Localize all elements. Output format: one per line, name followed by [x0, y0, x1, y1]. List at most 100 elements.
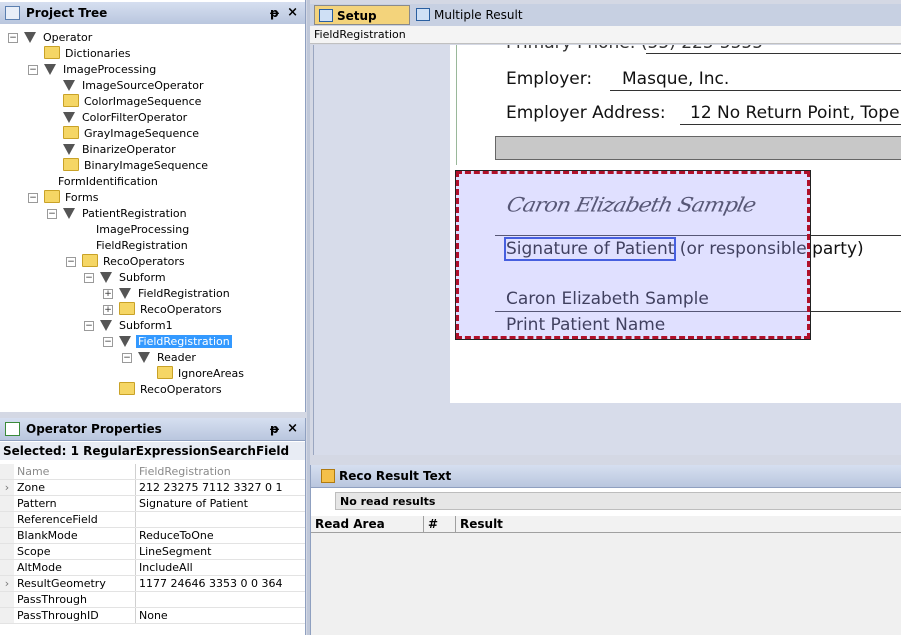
property-value[interactable]: Signature of Patient: [135, 495, 305, 512]
row-gutter: [0, 559, 14, 576]
collapse-icon[interactable]: −: [28, 65, 38, 75]
property-row[interactable]: PassThrough: [0, 591, 305, 608]
form-margin-line: [456, 45, 457, 165]
tree-node[interactable]: IgnoreAreas: [157, 366, 246, 382]
property-value[interactable]: IncludeAll: [135, 559, 305, 576]
tree-node[interactable]: ImageProcessing: [82, 222, 191, 238]
tree-node[interactable]: Forms: [44, 190, 100, 206]
property-row[interactable]: ReferenceField: [0, 511, 305, 528]
expand-icon[interactable]: +: [103, 305, 113, 315]
property-value[interactable]: [135, 511, 305, 528]
section-band: A: [495, 136, 901, 160]
employer-value: Masque, Inc.: [622, 69, 730, 89]
property-row[interactable]: Scope LineSegment: [0, 543, 305, 560]
tree-node[interactable]: RecoOperators: [119, 302, 224, 318]
property-value[interactable]: 1177 24646 3353 0 0 364: [135, 575, 305, 592]
reco-result-header: Read Area # Result: [311, 516, 901, 533]
property-value[interactable]: FieldRegistration: [135, 464, 305, 480]
property-value[interactable]: None: [135, 607, 305, 624]
tree-node[interactable]: Reader: [138, 350, 198, 366]
property-value[interactable]: ReduceToOne: [135, 527, 305, 544]
pin-icon[interactable]: ᵽ: [270, 2, 279, 24]
tree-node[interactable]: ColorImageSequence: [63, 94, 203, 110]
tree-node[interactable]: Dictionaries: [44, 46, 132, 62]
reco-result-icon: [321, 469, 335, 483]
folder-icon: [119, 302, 135, 315]
tree-node-label: PatientRegistration: [82, 207, 187, 220]
tree-node-label: BinarizeOperator: [82, 143, 176, 156]
property-row[interactable]: PassThroughID None: [0, 607, 305, 624]
zone-overlay[interactable]: [455, 170, 811, 340]
close-icon[interactable]: ×: [287, 2, 298, 24]
tree-node-label: FormIdentification: [58, 175, 158, 188]
property-name: ReferenceField: [14, 511, 136, 528]
property-row[interactable]: Name FieldRegistration: [0, 464, 305, 480]
employer-label: Employer:: [506, 69, 593, 89]
tree-node[interactable]: Operator: [24, 30, 94, 46]
property-row[interactable]: Pattern Signature of Patient: [0, 495, 305, 512]
collapse-icon[interactable]: −: [28, 193, 38, 203]
folder-icon: [82, 254, 98, 267]
property-value[interactable]: LineSegment: [135, 543, 305, 560]
tree-node[interactable]: ImageSourceOperator: [63, 78, 205, 94]
tree-node[interactable]: RecoOperators: [82, 254, 187, 270]
operator-icon: [138, 352, 150, 363]
property-row[interactable]: BlankMode ReduceToOne: [0, 527, 305, 544]
tree-node[interactable]: ColorFilterOperator: [63, 110, 189, 126]
phone-underline: [646, 53, 901, 54]
tree-node[interactable]: FieldRegistration: [82, 238, 190, 254]
property-value[interactable]: [135, 591, 305, 608]
column-read-area[interactable]: Read Area: [311, 516, 424, 532]
tree-node[interactable]: BinaryImageSequence: [63, 158, 210, 174]
reco-result-panel: Reco Result Text No read results Read Ar…: [310, 465, 901, 635]
employer-address-label: Employer Address:: [506, 103, 666, 123]
tree-node[interactable]: PatientRegistration: [63, 206, 189, 222]
reco-result-list[interactable]: [311, 533, 901, 635]
tree-node[interactable]: GrayImageSequence: [63, 126, 201, 142]
tree-node[interactable]: Subform: [100, 270, 168, 286]
operator-icon: [119, 288, 131, 299]
tree-node[interactable]: BinarizeOperator: [63, 142, 178, 158]
collapse-icon[interactable]: −: [47, 209, 57, 219]
row-gutter: [0, 511, 14, 528]
tree-node[interactable]: RecoOperators: [119, 382, 224, 398]
collapse-icon[interactable]: −: [8, 33, 18, 43]
property-row[interactable]: › Zone 212 23275 7112 3327 0 1: [0, 479, 305, 496]
column-number[interactable]: #: [424, 516, 456, 532]
close-icon[interactable]: ×: [287, 418, 298, 440]
column-result[interactable]: Result: [456, 516, 901, 532]
property-name: BlankMode: [14, 527, 136, 544]
property-name: Name: [14, 464, 136, 480]
expand-arrow-icon[interactable]: ›: [0, 479, 14, 496]
property-name: PassThroughID: [14, 607, 136, 624]
tree-node[interactable]: FieldRegistration: [119, 286, 232, 302]
tree-node-label: Forms: [65, 191, 99, 204]
tree-node[interactable]: FormIdentification: [44, 174, 160, 190]
row-gutter: [0, 543, 14, 560]
folder-icon: [44, 190, 60, 203]
collapse-icon[interactable]: −: [84, 273, 94, 283]
expand-arrow-icon[interactable]: ›: [0, 575, 14, 592]
collapse-icon[interactable]: −: [122, 353, 132, 363]
property-value[interactable]: 212 23275 7112 3327 0 1: [135, 479, 305, 496]
expand-icon[interactable]: +: [103, 289, 113, 299]
folder-icon: [63, 158, 79, 171]
property-row[interactable]: › ResultGeometry 1177 24646 3353 0 0 364: [0, 575, 305, 592]
image-viewer[interactable]: Primary Phone: (5­­5) 225-5555 Employer:…: [313, 45, 901, 455]
tree-node[interactable]: ImageProcessing: [44, 62, 158, 78]
tab-multiple-result-images[interactable]: Multiple Result Images: [412, 5, 552, 42]
tab-setup-image[interactable]: Setup Image: [314, 5, 410, 43]
row-gutter: [0, 591, 14, 608]
tree-node-label: Reader: [157, 351, 196, 364]
tree-node[interactable]: Subform1: [100, 318, 175, 334]
document-header: FieldRegistration: [310, 26, 901, 44]
tree-node[interactable]: FieldRegistration: [119, 334, 232, 350]
operator-icon: [119, 336, 131, 347]
tree-node-label: Subform: [119, 271, 166, 284]
collapse-icon[interactable]: −: [66, 257, 76, 267]
collapse-icon[interactable]: −: [103, 337, 113, 347]
operator-icon: [63, 144, 75, 155]
property-row[interactable]: AltMode IncludeAll: [0, 559, 305, 576]
collapse-icon[interactable]: −: [84, 321, 94, 331]
pin-icon[interactable]: ᵽ: [270, 418, 279, 440]
